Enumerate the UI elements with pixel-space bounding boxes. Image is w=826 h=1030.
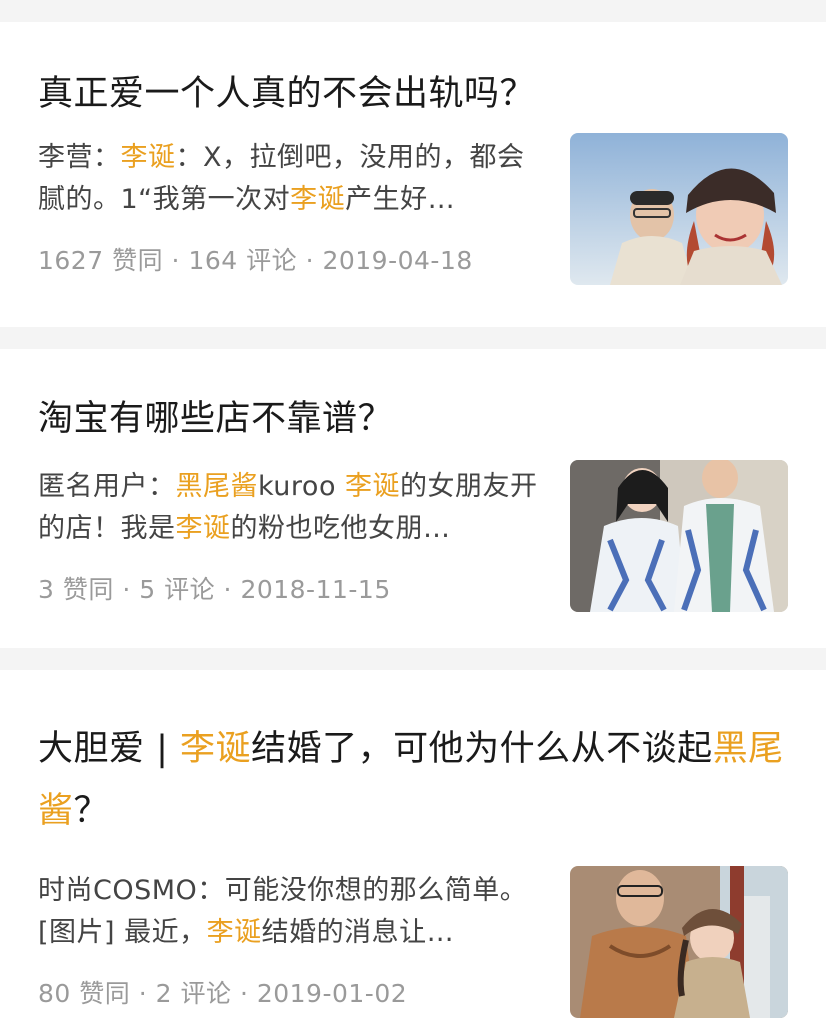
keyword-highlight: 李诞 bbox=[290, 184, 346, 215]
keyword-highlight: 李诞 bbox=[120, 142, 176, 173]
keyword-highlight: 李诞 bbox=[345, 471, 401, 502]
photo-image bbox=[570, 460, 788, 612]
author-name: 匿名用户 bbox=[38, 471, 148, 502]
comments-count: 164 评论 bbox=[188, 246, 298, 275]
keyword-highlight: 黑尾酱 bbox=[175, 471, 258, 502]
card-gap bbox=[0, 327, 826, 349]
post-date: 2018-11-15 bbox=[240, 575, 391, 604]
result-title-text: 结婚了，可他为什么从不谈起 bbox=[251, 729, 713, 769]
author-name: 时尚COSMO bbox=[38, 875, 198, 906]
dot-separator: · bbox=[223, 575, 232, 604]
post-date: 2019-01-02 bbox=[256, 979, 408, 1008]
result-meta: 1627 赞同 · 164 评论 · 2019-04-18 bbox=[38, 241, 540, 277]
result-thumbnail[interactable] bbox=[570, 866, 788, 1018]
result-excerpt[interactable]: 匿名用户：黑尾酱kuroo 李诞的女朋友开的店！我是李诞的粉也吃他女朋… bbox=[38, 466, 540, 550]
result-title-text: ？ bbox=[73, 791, 110, 831]
separator: ： bbox=[93, 142, 121, 173]
result-title-text: 真正爱一个人真的不会出轨吗？ bbox=[38, 74, 536, 114]
excerpt-text: kuroo bbox=[258, 471, 346, 502]
result-thumbnail[interactable] bbox=[570, 133, 788, 285]
photo-image bbox=[570, 133, 788, 285]
comments-count: 2 评论 bbox=[155, 979, 232, 1008]
top-gap bbox=[0, 0, 826, 22]
result-thumbnail[interactable] bbox=[570, 460, 788, 612]
author-name: 李营 bbox=[38, 142, 93, 173]
result-meta: 80 赞同 · 2 评论 · 2019-01-02 bbox=[38, 974, 540, 1010]
separator: ： bbox=[148, 471, 176, 502]
result-title[interactable]: 淘宝有哪些店不靠谱？ bbox=[38, 397, 788, 442]
likes-count: 80 赞同 bbox=[38, 979, 131, 1008]
separator: ： bbox=[197, 875, 225, 906]
photo-image bbox=[570, 866, 788, 1018]
result-excerpt[interactable]: 时尚COSMO：可能没你想的那么简单。 [图片] 最近，李诞结婚的消息让… bbox=[38, 870, 540, 954]
keyword-highlight: 李诞 bbox=[180, 729, 252, 769]
result-title-text: 大胆爱 | bbox=[38, 729, 181, 769]
result-title[interactable]: 真正爱一个人真的不会出轨吗？ bbox=[38, 72, 788, 117]
comments-count: 5 评论 bbox=[139, 575, 216, 604]
search-result-card-1[interactable]: 真正爱一个人真的不会出轨吗？ 李营：李诞：X，拉倒吧，没用的，都会腻的。1“我第… bbox=[0, 22, 826, 327]
excerpt-text: 的粉也吃他女朋… bbox=[230, 513, 451, 544]
dot-separator: · bbox=[171, 246, 180, 275]
dot-separator: · bbox=[239, 979, 249, 1008]
keyword-highlight: 李诞 bbox=[175, 513, 231, 544]
card-gap bbox=[0, 648, 826, 670]
dot-separator: · bbox=[122, 575, 131, 604]
post-date: 2019-04-18 bbox=[322, 246, 473, 275]
likes-count: 1627 赞同 bbox=[38, 246, 164, 275]
dot-separator: · bbox=[305, 246, 315, 275]
result-meta: 3 赞同 · 5 评论 · 2018-11-15 bbox=[38, 570, 540, 606]
excerpt-text: 结婚的消息让… bbox=[261, 917, 455, 948]
result-title-text: 淘宝有哪些店不靠谱？ bbox=[38, 399, 394, 439]
result-excerpt[interactable]: 李营：李诞：X，拉倒吧，没用的，都会腻的。1“我第一次对李诞产生好… bbox=[38, 137, 540, 221]
likes-count: 3 赞同 bbox=[38, 575, 114, 604]
keyword-highlight: 李诞 bbox=[206, 917, 262, 948]
search-result-card-2[interactable]: 淘宝有哪些店不靠谱？ 匿名用户：黑尾酱kuroo 李诞的女朋友开的店！我是李诞的… bbox=[0, 349, 826, 648]
dot-separator: · bbox=[138, 979, 148, 1008]
excerpt-text: 产生好… bbox=[345, 184, 456, 215]
result-title[interactable]: 大胆爱 | 李诞结婚了，可他为什么从不谈起黑尾酱？ bbox=[38, 718, 788, 842]
search-result-card-3[interactable]: 大胆爱 | 李诞结婚了，可他为什么从不谈起黑尾酱？ 时尚COSMO：可能没你想的… bbox=[0, 670, 826, 1030]
